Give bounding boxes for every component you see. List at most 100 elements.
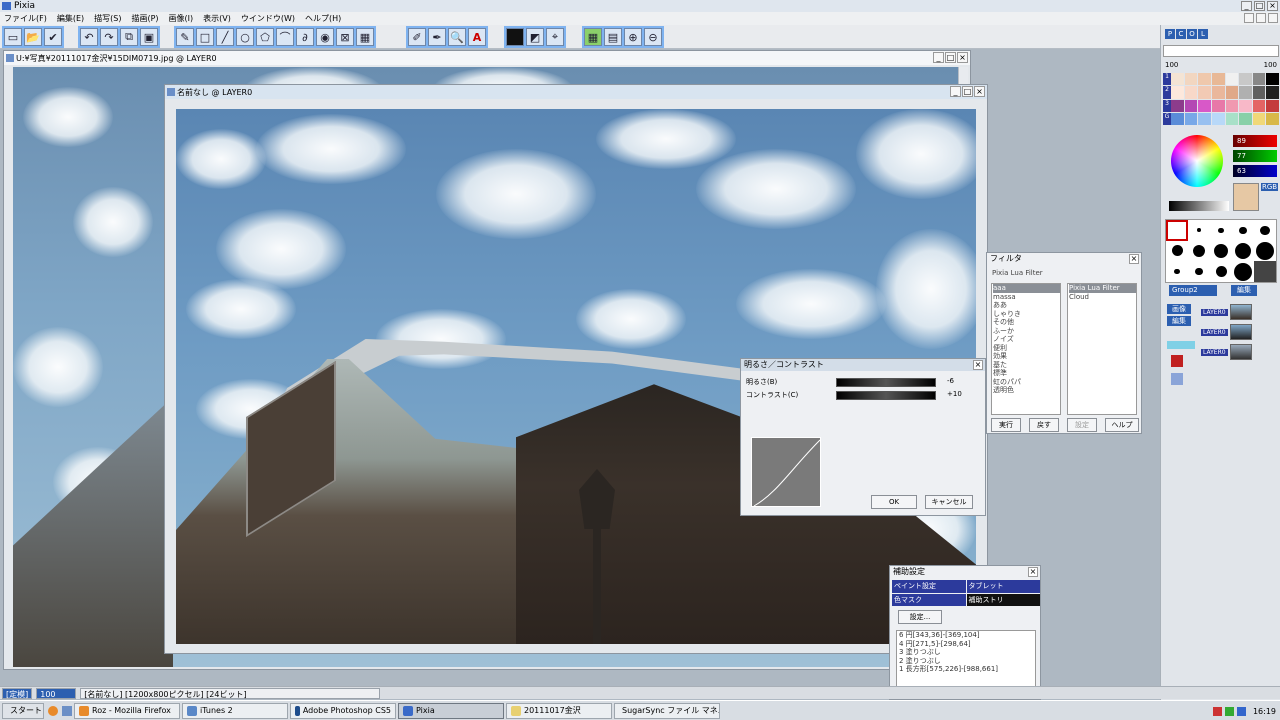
filter-settings-button[interactable]: 設定 — [1067, 418, 1097, 432]
rgb-mode-label[interactable]: RGB — [1261, 183, 1279, 191]
tray-icon[interactable] — [1212, 706, 1222, 716]
filter-undo-button[interactable]: 戻す — [1029, 418, 1059, 432]
back-doc-maximize-button[interactable]: □ — [945, 52, 956, 63]
filter-category-item[interactable]: ふーか — [993, 327, 1060, 336]
palette-swatch[interactable] — [1266, 86, 1279, 99]
menu-edit[interactable]: 編集(E) — [57, 13, 84, 24]
filter-category-item[interactable]: 虹のパパ — [993, 378, 1060, 387]
brightness-dialog-close-button[interactable]: × — [973, 360, 983, 370]
zoom-in-icon[interactable]: ⊕ — [624, 28, 642, 46]
aux-setting-button[interactable]: 設定... — [898, 610, 942, 624]
history-entry[interactable]: 4 円[271,5]-[298,64] — [899, 640, 1035, 649]
palette-swatch[interactable] — [1239, 73, 1252, 86]
tab-l[interactable]: L — [1198, 29, 1208, 39]
brush-size-option[interactable] — [1188, 220, 1210, 241]
filter-run-button[interactable]: 実行 — [991, 418, 1021, 432]
blue-channel[interactable]: 63 — [1233, 165, 1277, 177]
filter-category-item[interactable]: ああ — [993, 301, 1060, 310]
palette-swatch[interactable] — [1198, 112, 1211, 125]
palette-swatch[interactable] — [1211, 86, 1225, 99]
start-button[interactable]: スタート — [2, 702, 44, 719]
filter-item-list[interactable]: Pixia Lua Filter Cloud — [1067, 283, 1137, 415]
filter-panel-close-button[interactable]: × — [1129, 254, 1139, 264]
color-wheel[interactable] — [1171, 135, 1223, 187]
line-icon[interactable]: ╱ — [216, 28, 234, 46]
layer-image-button[interactable]: 画像 — [1167, 304, 1191, 314]
filter-category-item[interactable]: 標準 — [993, 369, 1060, 378]
text-icon[interactable]: A — [468, 28, 486, 46]
brush-size-option[interactable] — [1210, 241, 1232, 262]
zoom-out-icon[interactable]: ⊖ — [644, 28, 662, 46]
cancel-button[interactable]: キャンセル — [925, 495, 973, 509]
firefox-quicklaunch-icon[interactable] — [48, 705, 58, 716]
color-mask-tab[interactable]: 色マスク — [892, 593, 966, 606]
filter-category-list[interactable]: aaa massa ああ しゃりき その他 ふーか ノイズ 便利 効果 基た 標準 虹のパパ 透明色 — [991, 283, 1061, 415]
palette-swatch[interactable] — [1252, 86, 1266, 99]
current-color-swatch[interactable] — [1233, 183, 1259, 211]
menu-image[interactable]: 画像(I) — [169, 13, 194, 24]
palette-swatch[interactable] — [1225, 86, 1239, 99]
back-doc-minimize-button[interactable]: _ — [933, 52, 944, 63]
aux-history-tab[interactable]: 補助ストリ — [966, 593, 1040, 606]
brush-shape-row[interactable] — [1163, 45, 1279, 57]
gray-gradient-bar[interactable] — [1169, 201, 1229, 211]
front-doc-maximize-button[interactable]: □ — [962, 86, 973, 97]
minimize-button[interactable]: _ — [1241, 1, 1252, 11]
fill-icon[interactable]: ◉ — [316, 28, 334, 46]
palette-swatch[interactable] — [1225, 73, 1239, 86]
palette-swatch[interactable] — [1225, 112, 1239, 125]
curve-icon[interactable]: ∂ — [296, 28, 314, 46]
palette-swatch[interactable] — [1171, 73, 1184, 86]
task-photoshop[interactable]: Adobe Photoshop CS5 — [290, 702, 396, 719]
palette-swatch[interactable] — [1266, 99, 1279, 112]
contrast-slider[interactable] — [836, 391, 936, 400]
palette-row-label[interactable]: 3 — [1163, 99, 1171, 112]
palette-swatch[interactable] — [1198, 86, 1211, 99]
color-palette-grid[interactable] — [1171, 73, 1279, 125]
brush-size-option[interactable] — [1232, 261, 1254, 282]
filter-category-item[interactable]: 透明色 — [993, 386, 1060, 395]
lasso-icon[interactable]: ⌒ — [276, 28, 294, 46]
task-firefox[interactable]: Roz - Mozilla Firefox — [74, 702, 180, 719]
menu-paint[interactable]: 描画(P) — [131, 13, 158, 24]
palette-swatch[interactable] — [1239, 99, 1252, 112]
palette-swatch[interactable] — [1225, 99, 1239, 112]
palette-swatch[interactable] — [1266, 73, 1279, 86]
tray-icon[interactable] — [1236, 706, 1246, 716]
brush-icon[interactable]: ✐ — [408, 28, 426, 46]
palette-swatch[interactable] — [1211, 73, 1225, 86]
rectangle-icon[interactable]: □ — [196, 28, 214, 46]
group-selector[interactable]: Group2 — [1169, 285, 1217, 296]
brightness-slider[interactable] — [836, 378, 936, 387]
filter-category-item[interactable]: 便利 — [993, 344, 1060, 353]
brush-size-option[interactable] — [1254, 261, 1276, 282]
maximize-button[interactable]: □ — [1254, 1, 1265, 11]
tab-c[interactable]: C — [1176, 29, 1186, 39]
paste-icon[interactable]: ▣ — [140, 28, 158, 46]
menu-help[interactable]: ヘルプ(H) — [305, 13, 341, 24]
front-doc-minimize-button[interactable]: _ — [950, 86, 961, 97]
menu-file[interactable]: ファイル(F) — [4, 13, 47, 24]
history-entry[interactable]: 6 円[343,36]-[369,104] — [899, 631, 1035, 640]
palette-swatch[interactable] — [1252, 99, 1266, 112]
brush-size-option[interactable] — [1210, 261, 1232, 282]
history-entry[interactable]: 3 塗りつぶし — [899, 648, 1035, 657]
explorer-quicklaunch-icon[interactable] — [62, 705, 72, 716]
red-tool-icon[interactable] — [1171, 355, 1183, 367]
palette-grid-icon[interactable]: ▦ — [584, 28, 602, 46]
filter-category-item[interactable]: ノイズ — [993, 335, 1060, 344]
gradient-icon[interactable]: ◩ — [526, 28, 544, 46]
palette-swatch[interactable] — [1239, 86, 1252, 99]
tab-p[interactable]: P — [1165, 29, 1175, 39]
circle-icon[interactable]: ○ — [236, 28, 254, 46]
layer-row[interactable]: LAYER0 — [1201, 343, 1279, 361]
brush-size-grid[interactable] — [1165, 219, 1277, 283]
layer-row[interactable]: LAYER0 — [1201, 303, 1279, 321]
brush-size-option[interactable] — [1254, 241, 1276, 262]
layer-panel-icon[interactable]: ▤ — [604, 28, 622, 46]
ok-button[interactable]: OK — [871, 495, 917, 509]
filter-category-item[interactable]: その他 — [993, 318, 1060, 327]
brush-size-option[interactable] — [1188, 261, 1210, 282]
brush-size-option[interactable] — [1232, 220, 1254, 241]
menu-window[interactable]: ウインドウ(W) — [241, 13, 295, 24]
